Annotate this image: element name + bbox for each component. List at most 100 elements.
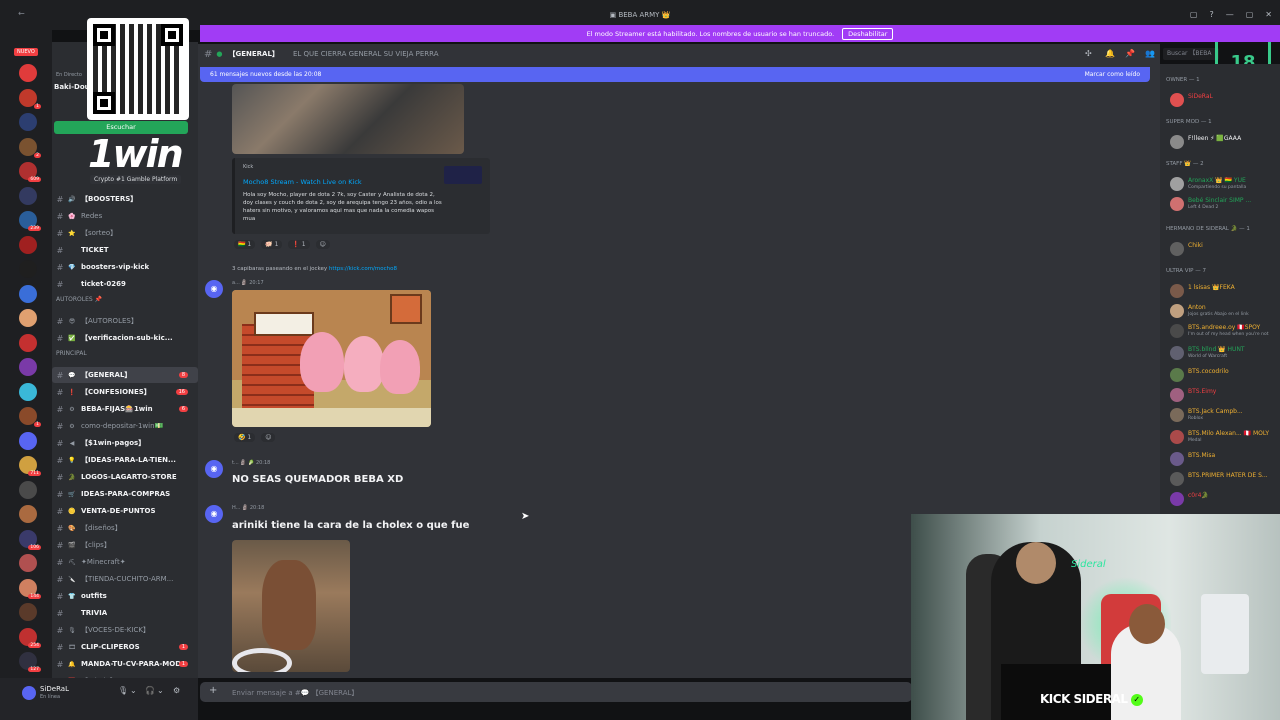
headphones-icon[interactable]: 🎧 xyxy=(145,686,155,695)
member-item[interactable]: BTS.Jack Campb... Roblox xyxy=(1166,406,1280,424)
member-item[interactable]: Chiki xyxy=(1166,240,1280,258)
channel-item[interactable]: # 🪙 VENTA-DE-PUNTOS xyxy=(52,503,198,519)
message-image[interactable] xyxy=(232,84,464,154)
new-messages-bar[interactable]: 61 mensajes nuevos desde las 20:08 Marca… xyxy=(200,67,1150,82)
channel-item[interactable]: # 🔔 MANDA-TU-CV-PARA-MOD 1 xyxy=(52,656,198,672)
search-input[interactable]: Buscar 【BEBA xyxy=(1163,48,1219,60)
bell-icon[interactable]: 🔔 xyxy=(1105,49,1115,58)
channel-item[interactable]: # 🎬 【clips】 xyxy=(52,537,198,553)
server-icon[interactable]: 106 xyxy=(19,529,41,550)
channel-item[interactable]: # 🌸 Redes xyxy=(52,208,198,224)
add-reaction-icon[interactable]: ☺ xyxy=(261,433,276,442)
reaction[interactable]: 🐖 1 xyxy=(261,240,283,249)
channel-item[interactable]: # TRIVIA xyxy=(52,605,198,621)
member-item[interactable]: 1 lsisas 👑FEKA xyxy=(1166,282,1280,300)
channel-item[interactable]: # 🛒 IDEAS-PARA-COMPRAS xyxy=(52,486,198,502)
member-item[interactable]: F!lleen ⚡ 🟩GAAA xyxy=(1166,133,1280,151)
server-icon[interactable] xyxy=(19,186,37,205)
server-icon[interactable] xyxy=(19,382,37,401)
server-icon[interactable]: 144 xyxy=(19,578,41,599)
message-photo[interactable] xyxy=(232,540,350,672)
add-reaction-icon[interactable]: ☺ xyxy=(315,240,330,249)
server-icon[interactable] xyxy=(19,113,37,131)
server-icon[interactable]: 254 xyxy=(19,627,41,648)
channel-item[interactable]: # 🎨 【diseños】 xyxy=(52,520,198,536)
channel-topic[interactable]: EL QUE CIERRA GENERAL SU VIEJA PERRA xyxy=(293,50,439,58)
server-icon[interactable]: 2 xyxy=(19,137,41,158)
server-icon[interactable] xyxy=(19,284,37,303)
gear-icon[interactable]: ⚙ xyxy=(173,686,180,695)
inbox-icon[interactable]: ▢ xyxy=(1190,10,1198,19)
threads-icon[interactable]: ✣ xyxy=(1085,49,1092,58)
channel-category[interactable]: PRINCIPAL xyxy=(56,350,87,357)
member-item[interactable]: Anton Jojos gratis Abajo en el link xyxy=(1166,302,1280,320)
channel-item[interactable]: # ⚙ BEBA-FIJAS🎰1win 6 xyxy=(52,401,198,417)
channel-item[interactable]: # 💬 【GENERAL】 8 xyxy=(52,367,198,383)
member-item[interactable]: Bebé Sinclair SIMP ... Left 4 Dead 2 xyxy=(1166,195,1280,213)
server-icon[interactable]: 609 xyxy=(19,162,41,182)
three-pigs-gif[interactable] xyxy=(232,290,431,427)
server-icon[interactable]: 711 xyxy=(19,456,41,476)
channel-item[interactable]: # ⛏ ✦Minecraft✦ xyxy=(52,554,198,570)
channel-item[interactable]: # 🔊 【BOOSTERS】 xyxy=(52,191,198,207)
help-icon[interactable]: ? xyxy=(1209,10,1213,19)
reaction[interactable]: ❗ 1 xyxy=(288,240,310,249)
message-author[interactable]: H... 🗿 20:18 xyxy=(232,505,264,511)
pin-icon[interactable]: 📌 xyxy=(1125,49,1135,58)
server-icon[interactable] xyxy=(19,480,37,499)
members-icon[interactable]: 👥 xyxy=(1145,49,1155,58)
channel-item[interactable]: # 💡 【IDEAS-PARA-LA-TIEN... xyxy=(52,452,198,468)
message-avatar[interactable]: ◉ xyxy=(205,505,223,523)
disable-streamer-button[interactable]: Deshabilitar xyxy=(842,27,894,40)
server-icon[interactable] xyxy=(19,309,37,327)
stage-name[interactable]: Baki-Dou xyxy=(54,83,90,91)
message-author[interactable]: t... 🗿 🥬 20:18 xyxy=(232,460,270,466)
member-item[interactable]: c0r4🐊 xyxy=(1166,490,1280,508)
reaction[interactable]: 🤣 1 xyxy=(234,433,256,442)
message-composer[interactable]: + Enviar mensaje a #💬 【GENERAL】 xyxy=(200,682,912,702)
reply-preview[interactable]: 3 capibaras paseando en el jockey https:… xyxy=(232,266,397,272)
channel-item[interactable]: # ◀ 【$1win-pagos】 xyxy=(52,435,198,451)
member-item[interactable]: BTS.PRIMER HATER DE S... xyxy=(1166,470,1280,488)
server-icon[interactable] xyxy=(19,603,37,621)
maximize-icon[interactable]: ▢ xyxy=(1246,10,1254,19)
member-item[interactable]: BTS.Milo Alexan... 🇵🇪 MOLY Medal xyxy=(1166,428,1280,446)
member-item[interactable]: BTS.Eimy xyxy=(1166,386,1280,404)
channel-item[interactable]: # 🎞 CLIP-CLIPEROS 1 xyxy=(52,639,198,655)
channel-item[interactable]: # ✅ 【verificacion-sub-kic... xyxy=(52,330,198,346)
server-icon[interactable]: 1 xyxy=(19,407,41,427)
channel-item[interactable]: # 🐊 LOGOS-LAGARTO-STORE xyxy=(52,469,198,485)
server-icon[interactable] xyxy=(19,505,37,523)
reply-link[interactable]: https://kick.com/mocho8 xyxy=(329,266,397,272)
channel-item[interactable]: # ⚙ como-depositar-1win💵 xyxy=(52,418,198,434)
member-item[interactable]: SiDeRaL xyxy=(1166,91,1280,109)
server-icon[interactable]: 127 xyxy=(19,652,41,672)
server-icon[interactable] xyxy=(19,554,37,572)
server-icon[interactable] xyxy=(19,64,37,82)
member-item[interactable]: BTS.andreee.oy 🇵🇪SPOY I'm out of my head … xyxy=(1166,322,1280,340)
member-item[interactable]: BTS.cocodrilo xyxy=(1166,366,1280,384)
member-item[interactable]: BTS.bllnd 👑 HUNT World of Warcraft xyxy=(1166,344,1280,362)
server-icon[interactable]: 239 xyxy=(19,211,41,231)
channel-item[interactable]: # 👕 outfits xyxy=(52,588,198,604)
channel-item[interactable]: # 💎 boosters-vip-kick xyxy=(52,259,198,275)
member-item[interactable]: BTS.Misa xyxy=(1166,450,1280,468)
channel-item[interactable]: # 🎙 【VOCES-DE-KICK】 xyxy=(52,622,198,638)
message-author[interactable]: a... 🗿 20:17 xyxy=(232,280,264,286)
server-icon[interactable] xyxy=(19,358,37,376)
message-avatar[interactable]: ◉ xyxy=(205,280,223,298)
server-icon[interactable]: 1 xyxy=(19,88,41,109)
microphone-icon[interactable]: 🎙 xyxy=(118,686,128,695)
server-icon[interactable] xyxy=(19,260,37,278)
channel-item[interactable]: # TICKET xyxy=(52,242,198,258)
reaction[interactable]: 🇧🇴 1 xyxy=(234,240,256,249)
embed-title-link[interactable]: Mocho8 Stream - Watch Live on Kick xyxy=(243,178,362,186)
member-item[interactable]: AronaxX 👑 🇧🇴 YUE Compartiendo su pantalla xyxy=(1166,175,1280,193)
avatar[interactable] xyxy=(22,686,36,700)
channel-item[interactable]: # ❗ 【CONFESIONES】 16 xyxy=(52,384,198,400)
chevron-down-icon[interactable]: ⌄ xyxy=(157,686,164,695)
minimize-icon[interactable]: — xyxy=(1226,10,1234,19)
chevron-down-icon[interactable]: ⌄ xyxy=(130,686,137,695)
message-avatar[interactable]: ◉ xyxy=(205,460,223,478)
channel-item[interactable]: # ⭐ 【sorteo】 xyxy=(52,225,198,241)
